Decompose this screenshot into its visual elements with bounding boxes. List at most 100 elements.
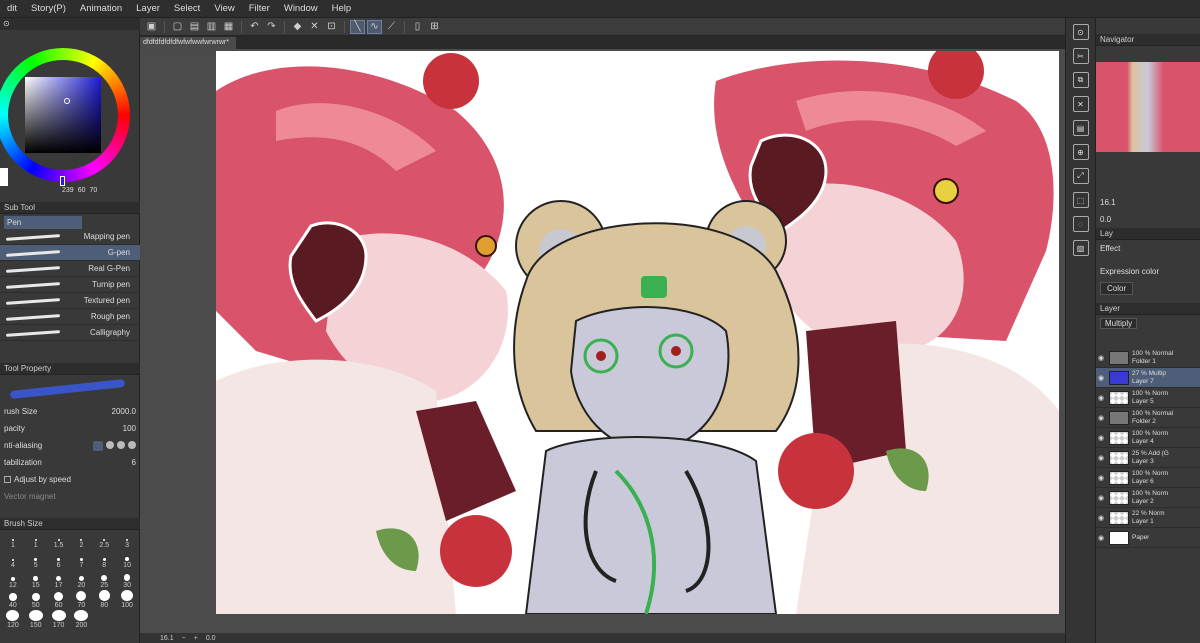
menu-animation[interactable]: Animation <box>73 3 129 14</box>
brush-size-cell[interactable]: 120 <box>2 610 24 629</box>
cut-icon[interactable]: ✂ <box>1072 48 1089 64</box>
brush-size-cell[interactable]: 70 <box>71 590 93 609</box>
menu-story[interactable]: Story(P) <box>24 3 73 14</box>
menu-window[interactable]: Window <box>277 3 325 14</box>
brush-size-cell[interactable]: 150 <box>25 610 47 629</box>
copy-icon[interactable]: ⧉ <box>1072 72 1089 88</box>
brush-size-cell[interactable]: 1 <box>2 530 24 549</box>
brush-size-cell[interactable]: 17 <box>48 570 70 589</box>
brush-size-cell[interactable]: 170 <box>48 610 70 629</box>
hue-marker[interactable] <box>60 176 65 186</box>
brush-size-cell[interactable]: 6 <box>48 550 70 569</box>
visibility-eye-icon[interactable]: ◉ <box>1096 534 1106 542</box>
layer-row[interactable]: ◉ Paper <box>1096 528 1200 548</box>
new-file-icon[interactable]: ▢ <box>170 20 185 34</box>
redo-icon[interactable]: ↷ <box>264 20 279 34</box>
main-color-swatch[interactable] <box>0 168 8 186</box>
brush-size-value[interactable]: 2000.0 <box>112 407 136 416</box>
brush-size-cell[interactable]: 100 <box>116 590 138 609</box>
stabilization-value[interactable]: 6 <box>132 458 136 467</box>
visibility-eye-icon[interactable]: ◉ <box>1096 494 1106 502</box>
antialias-weak-icon[interactable] <box>106 440 114 449</box>
menu-help[interactable]: Help <box>325 3 359 14</box>
brush-size-cell[interactable]: 25 <box>93 570 115 589</box>
transform-icon[interactable]: ⤢ <box>1072 168 1089 184</box>
visibility-eye-icon[interactable]: ◉ <box>1096 354 1106 362</box>
layer-row[interactable]: ◉ 100 % Norm Layer 2 <box>1096 488 1200 508</box>
brush-size-cell[interactable]: 5 <box>25 550 47 569</box>
subtool-group-tab[interactable]: Pen <box>4 216 82 229</box>
status-zoom-minus-icon[interactable]: − <box>182 635 186 642</box>
layer-row[interactable]: ◉ 100 % Norm Layer 5 <box>1096 388 1200 408</box>
visibility-eye-icon[interactable]: ◉ <box>1096 474 1106 482</box>
layer-row[interactable]: ◉ 100 % Norm Layer 6 <box>1096 468 1200 488</box>
screen-icon[interactable]: ▣ <box>144 20 159 34</box>
status-zoom[interactable]: 16.1 <box>160 635 174 642</box>
brush-size-cell[interactable]: 1.5 <box>48 530 70 549</box>
undo-icon[interactable]: ↶ <box>247 20 262 34</box>
expression-color-select[interactable]: Color <box>1100 282 1134 295</box>
brush-size-cell[interactable]: 10 <box>116 550 138 569</box>
status-zoom-plus-icon[interactable]: + <box>194 635 198 642</box>
layer-row[interactable]: ◉ 100 % Norm Layer 4 <box>1096 428 1200 448</box>
visibility-eye-icon[interactable]: ◉ <box>1096 414 1106 422</box>
brush-size-cell[interactable]: 20 <box>71 570 93 589</box>
fill-icon[interactable]: ◆ <box>290 20 305 34</box>
blend-mode-select[interactable]: Multiply <box>1100 318 1138 329</box>
brush-size-cell[interactable]: 15 <box>25 570 47 589</box>
brush-item[interactable]: Rough pen <box>0 309 140 325</box>
brush-size-cell[interactable]: 1 <box>25 530 47 549</box>
artwork-canvas[interactable] <box>216 51 1059 614</box>
ruler-icon[interactable]: ⟋ <box>384 20 399 34</box>
menu-layer[interactable]: Layer <box>129 3 167 14</box>
layer-copy-icon[interactable]: ▤ <box>1072 120 1089 136</box>
saturation-value-square[interactable] <box>25 77 101 153</box>
layer-folder-row[interactable]: ◉ 100 % Normal Folder 2 <box>1096 408 1200 428</box>
brush-item[interactable]: Mapping pen <box>0 229 140 245</box>
layer-row[interactable]: ◉ 25 % Add (G Layer 3 <box>1096 448 1200 468</box>
print-icon[interactable]: ▦ <box>221 20 236 34</box>
brush-size-cell[interactable]: 60 <box>48 590 70 609</box>
brush-size-cell[interactable]: 8 <box>93 550 115 569</box>
menu-select[interactable]: Select <box>167 3 207 14</box>
brush-size-cell[interactable]: 4 <box>2 550 24 569</box>
menu-view[interactable]: View <box>207 3 241 14</box>
brush-item[interactable]: Turnip pen <box>0 277 140 293</box>
brush-size-cell[interactable]: 50 <box>25 590 47 609</box>
image-icon[interactable]: ▨ <box>1072 240 1089 256</box>
document-tab[interactable]: dfdfdfdfdfdfwfwfwwfwrwrwr* <box>140 37 236 49</box>
grid-icon[interactable]: ⊞ <box>427 20 442 34</box>
snap-curve-icon[interactable]: ∿ <box>367 19 382 34</box>
brush-size-cell[interactable]: 2.5 <box>93 530 115 549</box>
zoom-fit-icon[interactable]: ⊙ <box>1072 24 1089 40</box>
antialias-strong-icon[interactable] <box>128 440 136 449</box>
open-folder-icon[interactable]: ▤ <box>187 20 202 34</box>
save-icon[interactable]: ▥ <box>204 20 219 34</box>
clear-icon[interactable]: ✕ <box>307 20 322 34</box>
delete-icon[interactable]: ✕ <box>1072 96 1089 112</box>
status-rotation[interactable]: 0.0 <box>206 635 216 642</box>
selection-icon[interactable]: ⬚ <box>1072 192 1089 208</box>
lasso-icon[interactable]: ◌ <box>1072 216 1089 232</box>
layer-row[interactable]: ◉ 22 % Norm Layer 1 <box>1096 508 1200 528</box>
brush-size-cell[interactable]: 40 <box>2 590 24 609</box>
brush-size-cell[interactable]: 30 <box>116 570 138 589</box>
brush-item[interactable]: G-pen <box>0 245 140 261</box>
menu-edit[interactable]: dit <box>0 3 24 14</box>
brush-size-cell[interactable]: 7 <box>71 550 93 569</box>
brush-size-cell[interactable]: 2 <box>71 530 93 549</box>
visibility-eye-icon[interactable]: ◉ <box>1096 434 1106 442</box>
menu-filter[interactable]: Filter <box>242 3 277 14</box>
brush-size-cell[interactable]: 3 <box>116 530 138 549</box>
merge-icon[interactable]: ⊕ <box>1072 144 1089 160</box>
navigator-zoom[interactable]: 16.1 <box>1100 198 1116 207</box>
antialias-none-icon[interactable] <box>93 440 103 451</box>
navigator-rotation[interactable]: 0.0 <box>1100 215 1111 224</box>
phone-icon[interactable]: ▯ <box>410 20 425 34</box>
layer-folder-row[interactable]: ◉ 100 % Normal Folder 1 <box>1096 348 1200 368</box>
color-picker-cursor[interactable] <box>64 98 70 104</box>
adjust-speed-checkbox[interactable] <box>4 476 11 483</box>
brush-item[interactable]: Real G-Pen <box>0 261 140 277</box>
visibility-eye-icon[interactable]: ◉ <box>1096 394 1106 402</box>
snap-line-icon[interactable]: ╲ <box>350 19 365 34</box>
